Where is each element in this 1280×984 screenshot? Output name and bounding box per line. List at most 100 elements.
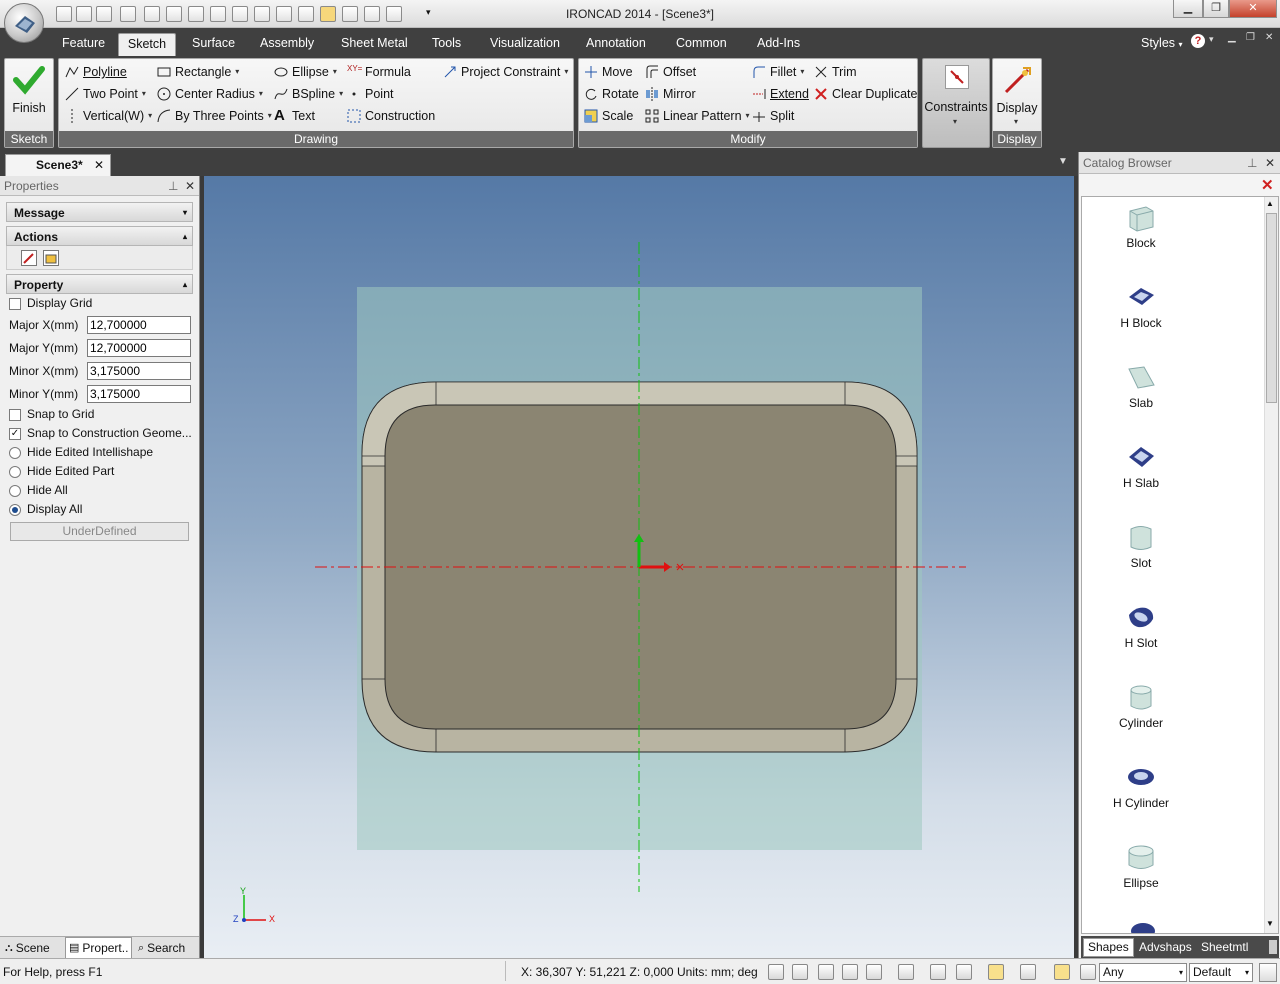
chevron-down-icon[interactable]: ▾	[148, 106, 152, 126]
chevron-down-icon[interactable]: ▾	[746, 106, 750, 126]
catalog-item-h-block[interactable]: H Block	[1082, 283, 1200, 330]
rotate-button[interactable]: Rotate	[584, 84, 639, 104]
catalog-item-ellipse[interactable]: Ellipse	[1082, 843, 1200, 890]
select-icon[interactable]	[342, 6, 358, 22]
finish-button[interactable]: Finish	[5, 61, 53, 131]
chevron-down-icon[interactable]: ▾	[333, 62, 337, 82]
view-orient-icon[interactable]	[842, 964, 858, 980]
display-grid-checkbox[interactable]: Display Grid	[0, 294, 199, 313]
major-x-input[interactable]	[87, 315, 191, 334]
doc-minimize-icon[interactable]: ▁	[1228, 32, 1236, 43]
rectangle-button[interactable]: Rectangle ▾	[157, 62, 239, 82]
snap-to-grid-checkbox[interactable]: Snap to Grid	[0, 405, 199, 424]
selection-filter-icon[interactable]	[1080, 964, 1096, 980]
standard-views-icon[interactable]	[1020, 964, 1036, 980]
scale-button[interactable]: Scale	[584, 106, 633, 126]
center-radius-button[interactable]: Center Radius ▾	[157, 84, 263, 104]
scrollbar-thumb[interactable]	[1266, 213, 1277, 403]
chevron-down-icon[interactable]: ▾	[259, 84, 263, 104]
actions-section-header[interactable]: Actions ▴	[6, 226, 193, 246]
render-icon[interactable]	[930, 964, 946, 980]
chevron-down-icon[interactable]: ▾	[268, 106, 272, 126]
resize-grip-icon[interactable]	[1259, 963, 1277, 982]
extend-button[interactable]: Extend	[752, 84, 809, 104]
save-all-icon[interactable]	[188, 6, 204, 22]
split-button[interactable]: Split	[752, 106, 794, 126]
doc-close-icon[interactable]: ✕	[1265, 32, 1273, 43]
style-select[interactable]: Default ▾	[1189, 963, 1253, 982]
move-button[interactable]: Move	[584, 62, 633, 82]
bspline-button[interactable]: BSpline ▾	[274, 84, 343, 104]
linear-pattern-button[interactable]: Linear Pattern ▾	[645, 106, 750, 126]
checkbox-icon[interactable]	[9, 297, 21, 310]
radio-icon[interactable]	[9, 465, 21, 478]
chevron-down-icon[interactable]: ▾	[1179, 964, 1183, 981]
text-button[interactable]: A Text	[274, 106, 315, 126]
customize-qa-icon[interactable]: ▾	[426, 7, 431, 18]
constraints-button[interactable]: Constraints ▾	[922, 58, 990, 148]
pan-icon[interactable]	[898, 964, 914, 980]
copy-icon[interactable]	[386, 6, 402, 22]
snap-construction-checkbox[interactable]: ✓ Snap to Construction Geome...	[0, 424, 199, 443]
open-icon[interactable]	[144, 6, 160, 22]
triball-icon[interactable]	[320, 6, 336, 22]
vertical-button[interactable]: Vertical(W) ▾	[65, 106, 152, 126]
search-tab[interactable]: ⌕ Search	[138, 937, 185, 959]
catalog-item-h-cylinder[interactable]: H Cylinder	[1082, 763, 1200, 810]
clear-duplicate-button[interactable]: Clear Duplicate	[814, 84, 917, 104]
catalog-tab-advshaps[interactable]: Advshaps	[1139, 939, 1192, 956]
redo-icon[interactable]	[276, 6, 292, 22]
major-y-input[interactable]	[87, 338, 191, 357]
scroll-down-icon[interactable]: ▼	[1266, 919, 1274, 928]
close-button[interactable]: ✕	[1229, 0, 1277, 18]
zoom-icon[interactable]	[768, 964, 784, 980]
pin-icon[interactable]: ⊥	[1247, 152, 1257, 174]
restore-button[interactable]: ❐	[1203, 0, 1229, 18]
properties-icon[interactable]	[364, 6, 380, 22]
close-tab-icon[interactable]: ✕	[94, 155, 104, 175]
radio-icon[interactable]	[9, 484, 21, 497]
application-menu-button[interactable]	[4, 3, 44, 43]
tab-sketch[interactable]: Sketch	[118, 33, 176, 56]
hide-all-radio[interactable]: Hide All	[0, 481, 199, 500]
selection-filter-select[interactable]: Any ▾	[1099, 963, 1187, 982]
styles-menu[interactable]: Styles ▾	[1135, 33, 1189, 56]
minimize-button[interactable]: ▁	[1173, 0, 1203, 18]
chevron-up-icon[interactable]: ▴	[183, 275, 187, 295]
zoom-window-icon[interactable]	[792, 964, 808, 980]
tab-feature[interactable]: Feature	[56, 33, 111, 56]
chevron-down-icon[interactable]: ▾	[1245, 964, 1249, 981]
two-point-button[interactable]: Two Point ▾	[65, 84, 146, 104]
formula-button[interactable]: XY= Formula	[347, 62, 411, 82]
catalog-tab-scroll[interactable]	[1269, 940, 1277, 954]
chevron-down-icon[interactable]: ▾	[235, 62, 239, 82]
tab-assembly[interactable]: Assembly	[254, 33, 320, 56]
chevron-down-icon[interactable]: ▾	[564, 62, 568, 82]
catalog-item-slot[interactable]: Slot	[1082, 523, 1200, 570]
message-section-header[interactable]: Message ▾	[6, 202, 193, 222]
by-three-points-button[interactable]: By Three Points ▾	[157, 106, 272, 126]
tab-sheet-metal[interactable]: Sheet Metal	[335, 33, 414, 56]
document-tab[interactable]: Scene3* ✕	[5, 154, 111, 176]
new-drawing-icon[interactable]	[96, 6, 112, 22]
chevron-down-icon[interactable]: ▾	[339, 84, 343, 104]
help-dropdown-icon[interactable]: ▾	[1209, 34, 1214, 45]
scroll-up-icon[interactable]: ▲	[1266, 199, 1274, 208]
ellipse-button[interactable]: Ellipse ▾	[274, 62, 337, 82]
scene-tab[interactable]: ⛬ Scene	[5, 937, 50, 959]
hide-edited-part-radio[interactable]: Hide Edited Part	[0, 462, 199, 481]
pin-icon[interactable]: ⊥	[168, 176, 178, 196]
checkbox-icon[interactable]	[9, 408, 21, 421]
tab-common[interactable]: Common	[670, 33, 733, 56]
point-button[interactable]: Point	[347, 84, 394, 104]
3d-viewport[interactable]: Y Z X	[204, 176, 1074, 958]
chevron-down-icon[interactable]: ▾	[142, 84, 146, 104]
checkbox-checked-icon[interactable]: ✓	[9, 427, 21, 440]
polyline-button[interactable]: Polyline	[65, 62, 127, 82]
new-icon[interactable]	[56, 6, 72, 22]
display-button[interactable]: Display ▾	[993, 61, 1041, 131]
close-panel-icon[interactable]: ✕	[185, 176, 195, 196]
tab-surface[interactable]: Surface	[186, 33, 241, 56]
catalog-item-slab[interactable]: Slab	[1082, 363, 1200, 410]
close-catalog-icon[interactable]: ✕	[1261, 176, 1274, 194]
